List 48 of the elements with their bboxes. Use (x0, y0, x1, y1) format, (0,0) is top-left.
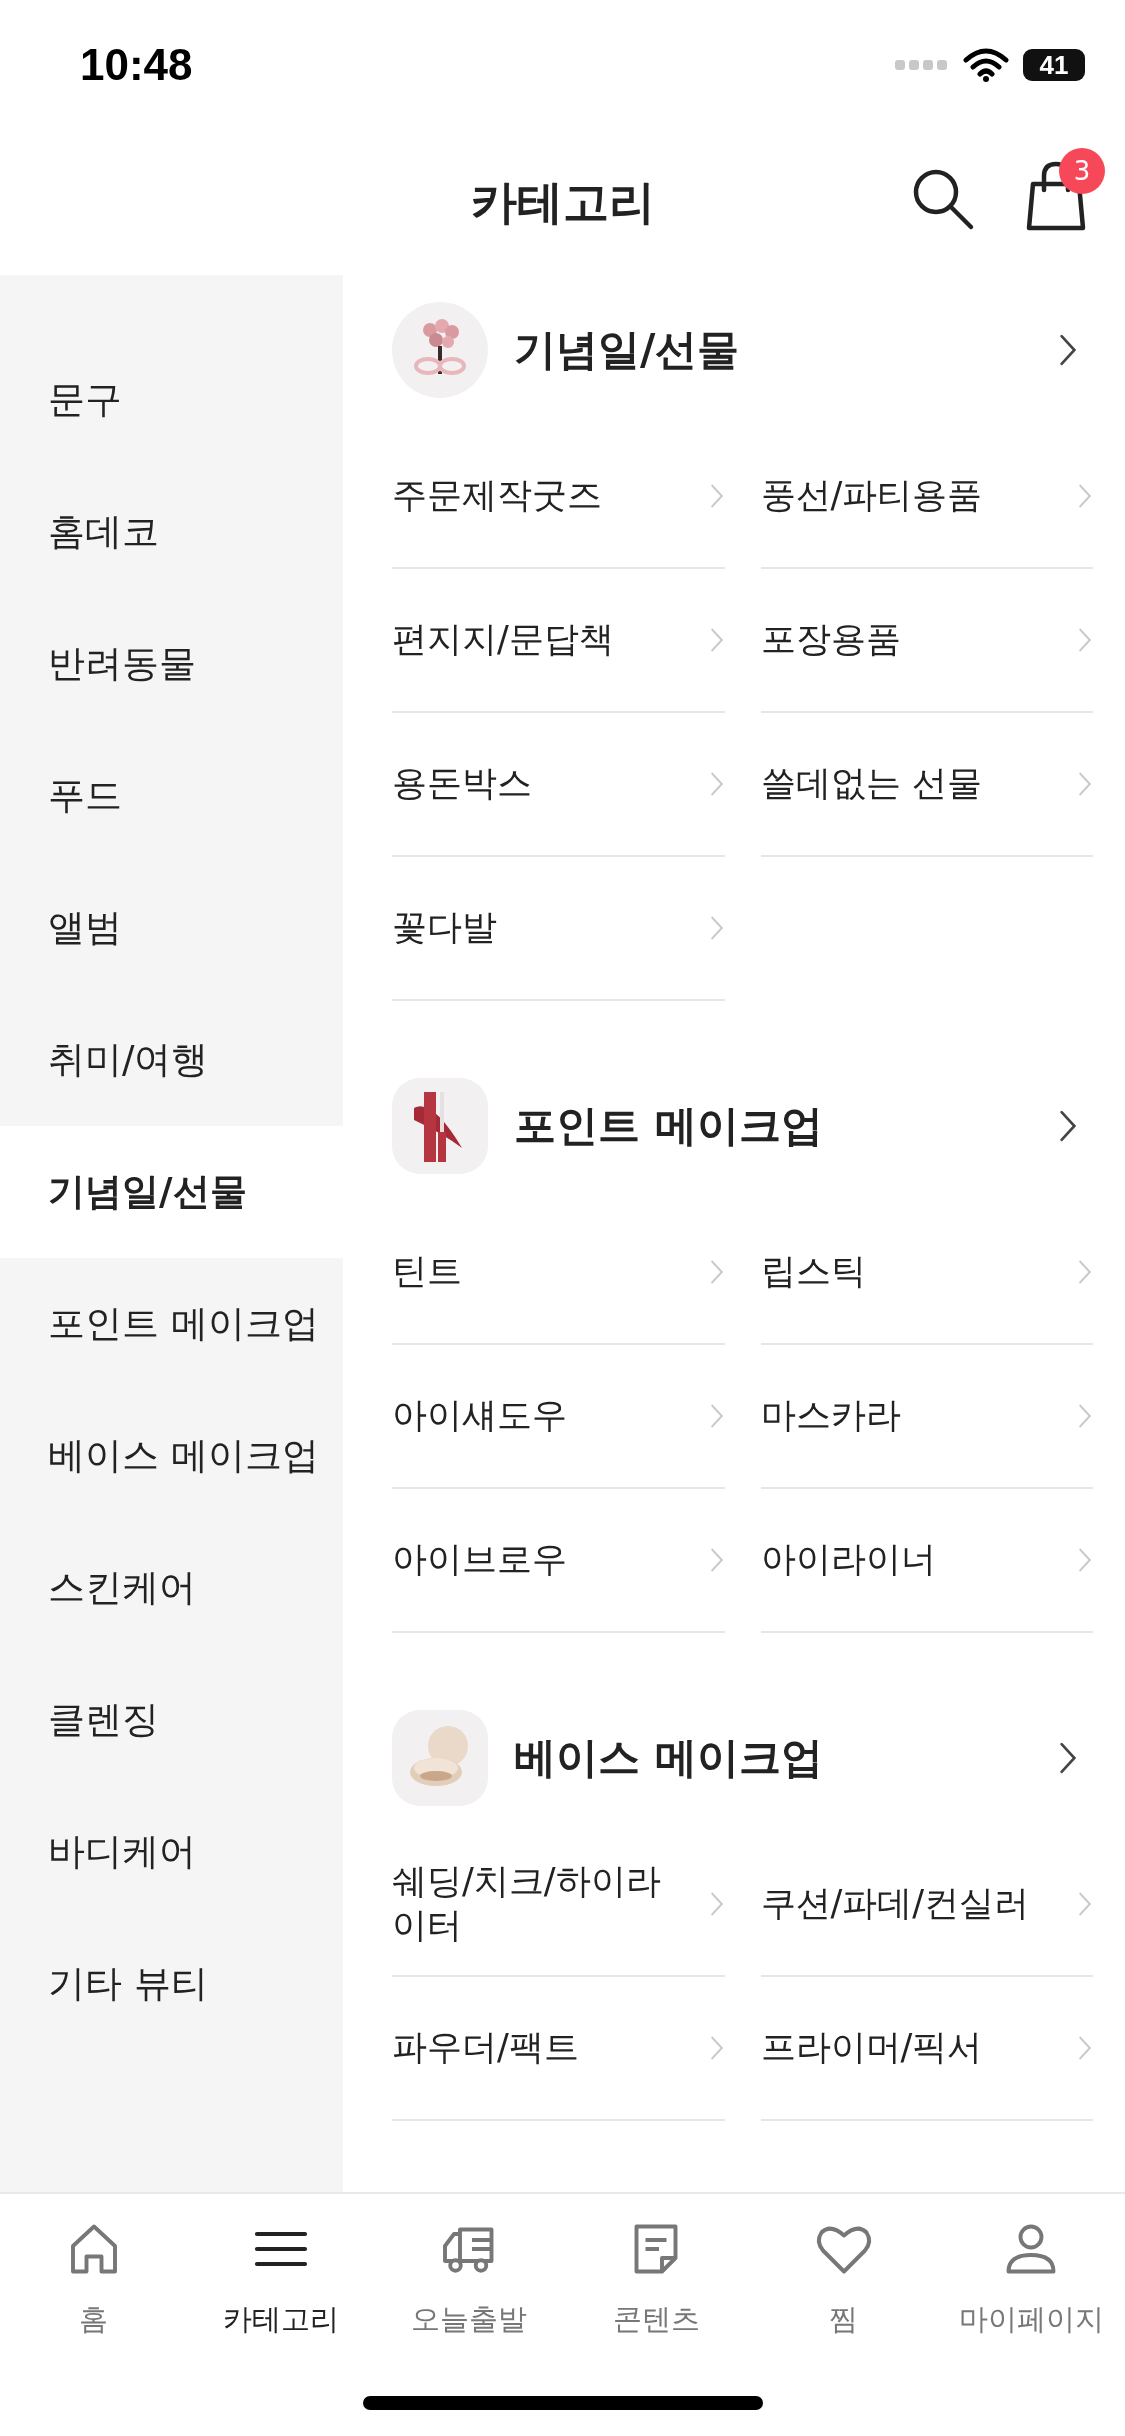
sidebar-item[interactable]: 스킨케어 (0, 1522, 343, 1654)
subcategory-item[interactable]: 아이브로우 (392, 1489, 725, 1633)
sidebar-item[interactable]: 문구 (0, 334, 343, 466)
subcategory-item[interactable]: 주문제작굿즈 (392, 425, 725, 569)
subcategory-item[interactable]: 편지지/문답책 (392, 569, 725, 713)
subcategory-item[interactable]: 포장용품 (760, 569, 1093, 713)
sidebar-item[interactable]: 포인트 메이크업 (0, 1258, 343, 1390)
subcategory-item[interactable]: 파우더/팩트 (392, 1977, 725, 2121)
subcategory-item[interactable]: 립스틱 (760, 1201, 1093, 1345)
section-title[interactable]: 기념일/선물 (514, 322, 1031, 378)
subcategory-item[interactable]: 프라이머/픽서 (760, 1977, 1093, 2121)
section-title[interactable]: 포인트 메이크업 (514, 1098, 1031, 1154)
chevron-icon (1057, 1109, 1079, 1143)
chevron-icon (1057, 333, 1079, 367)
sidebar-item[interactable]: 앨범 (0, 862, 343, 994)
subcategory-item[interactable]: 꽃다발 (392, 857, 725, 1001)
tab-bar-item[interactable]: 마이페이지 (937, 2216, 1125, 2340)
chevron-icon (1057, 1741, 1079, 1775)
tab-bar-item[interactable]: 콘텐츠 (562, 2216, 750, 2340)
sidebar-item[interactable]: 푸드 (0, 730, 343, 862)
sidebar-item[interactable]: 반려동물 (0, 598, 343, 730)
signal-icon (895, 58, 949, 72)
cart-count-badge: 3 (1059, 148, 1105, 194)
subcategory-item[interactable]: 풍선/파티용품 (760, 425, 1093, 569)
sidebar-item[interactable]: 베이스 메이크업 (0, 1390, 343, 1522)
subcategory-item[interactable]: 마스카라 (760, 1345, 1093, 1489)
subcategory-item[interactable]: 용돈박스 (392, 713, 725, 857)
tab-bar-item[interactable]: 오늘출발 (375, 2216, 563, 2340)
subcategory-item[interactable]: 쿠션/파데/컨실러 (760, 1833, 1093, 1977)
subcategory-item[interactable]: 아이라이너 (760, 1489, 1093, 1633)
sidebar-item[interactable]: 기념일/선물 (0, 1126, 343, 1258)
sidebar-item[interactable]: 기타 뷰티 (0, 1918, 343, 2050)
status-time: 10:48 (80, 40, 193, 90)
wifi-icon (963, 48, 1009, 82)
page-title: 카테고리 (470, 173, 655, 231)
tab-bar-item[interactable]: 카테고리 (187, 2216, 375, 2340)
sidebar-item[interactable]: 클렌징 (0, 1654, 343, 1786)
section-title[interactable]: 베이스 메이크업 (514, 1730, 1031, 1786)
tab-bar-item[interactable]: 홈 (0, 2216, 188, 2340)
subcategory-item[interactable]: 틴트 (392, 1201, 725, 1345)
tab-bar-item[interactable]: 찜 (750, 2216, 938, 2340)
sidebar-item[interactable]: 바디케어 (0, 1786, 343, 1918)
subcategory-item[interactable]: 아이섀도우 (392, 1345, 725, 1489)
sidebar-item[interactable]: 취미/여행 (0, 994, 343, 1126)
sidebar-item[interactable]: 홈데코 (0, 466, 343, 598)
battery-level: 41 (1023, 49, 1085, 81)
subcategory-item[interactable]: 쉐딩/치크/하이라이터 (392, 1833, 725, 1977)
subcategory-item[interactable]: 쓸데없는 선물 (760, 713, 1093, 857)
